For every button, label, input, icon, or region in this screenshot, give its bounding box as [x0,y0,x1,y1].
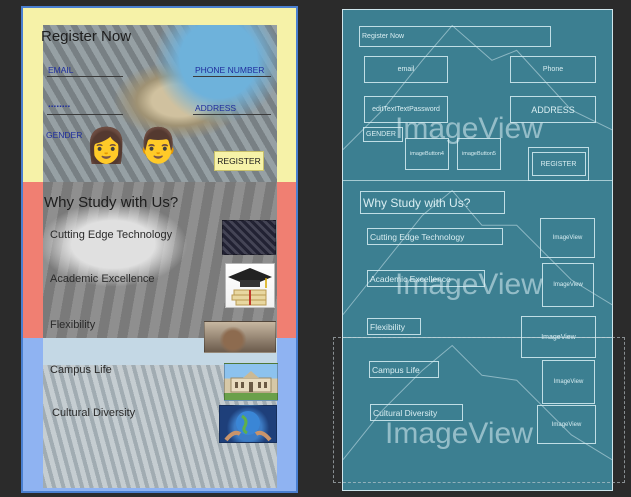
bp-email[interactable]: email [364,56,448,83]
address-underline [193,114,271,115]
bp-register-now[interactable]: Register Now [359,26,551,47]
bp-imageview-label-1: ImageView [395,112,543,145]
item-campus-life-label: Campus Life [50,364,112,376]
campus-building-image [224,363,278,401]
bp-register-inner: REGISTER [531,152,586,176]
email-field[interactable]: EMAIL [48,65,74,75]
graduation-cap-image [225,263,275,308]
password-field[interactable]: ........ [48,99,70,110]
bp-imageview-item-1[interactable]: ImageView [540,218,595,258]
classroom-image [204,321,276,353]
item-academic-label: Academic Excellence [50,273,155,285]
bp-why[interactable]: Why Study with Us? [360,191,505,214]
why-title: Why Study with Us? [44,194,179,211]
female-button[interactable]: 👩 [85,126,127,166]
email-underline [47,76,123,77]
globe-hands-image [219,405,277,443]
register-title: Register Now [41,28,132,45]
campus-building-icon [230,371,272,393]
bp-item-flexibility[interactable]: Flexibility [367,318,421,335]
item-cultural-diversity-label: Cultural Diversity [52,407,136,419]
bp-register[interactable]: REGISTER [528,147,589,181]
bp-imageview-item-2[interactable]: ImageView [542,263,594,307]
item-flexibility-label: Flexibility [50,319,96,331]
bp-item-cutting-edge[interactable]: Cutting Edge Technology [367,228,503,245]
selection-outline [333,337,625,483]
phone-underline [193,76,271,77]
bp-imageview-label-2: ImageView [395,268,543,301]
item-cutting-edge-label: Cutting Edge Technology [50,229,173,241]
gender-label: GENDER [46,130,83,140]
male-button[interactable]: 👨 [137,126,179,166]
graduation-cap-icon [228,268,272,306]
phone-field[interactable]: PHONE NUMBER [195,65,264,75]
design-preview: Register Now EMAIL PHONE NUMBER ........… [21,6,298,493]
address-field[interactable]: ADDRESS [195,103,236,113]
password-underline [47,114,123,115]
globe-icon [224,411,272,442]
circuit-image [222,220,276,255]
bp-phone[interactable]: Phone [510,56,596,83]
register-button[interactable]: REGISTER [214,151,264,171]
